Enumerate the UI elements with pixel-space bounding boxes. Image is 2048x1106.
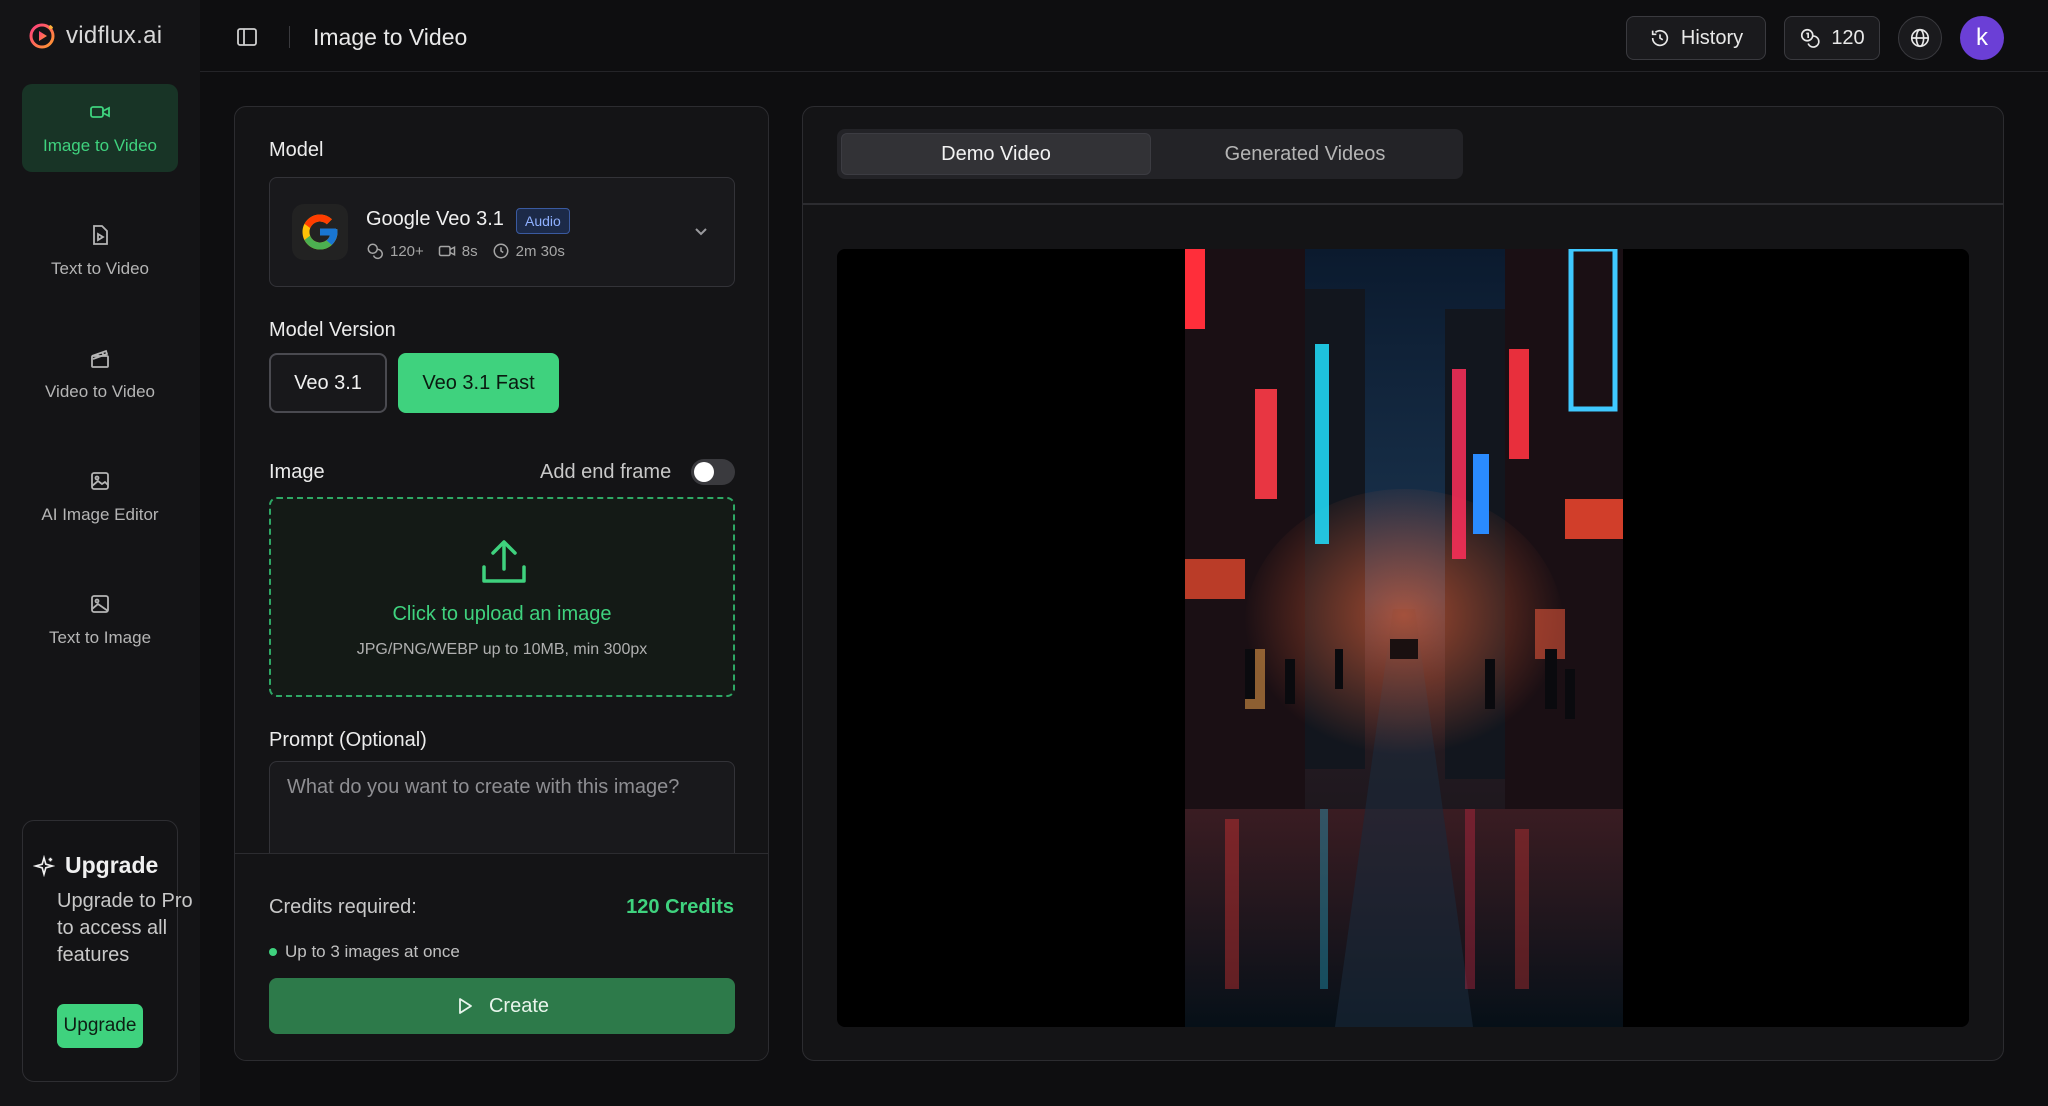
upgrade-button[interactable]: Upgrade bbox=[57, 1004, 143, 1048]
upload-title: Click to upload an image bbox=[392, 603, 612, 625]
upgrade-title: Upgrade bbox=[33, 852, 158, 879]
model-meta: 120+ 8s 2m 30s bbox=[366, 242, 565, 260]
language-button[interactable] bbox=[1898, 16, 1942, 60]
model-duration: 8s bbox=[438, 242, 478, 260]
prompt-input[interactable] bbox=[287, 776, 717, 856]
audio-badge: Audio bbox=[516, 208, 570, 234]
tab-demo-video[interactable]: Demo Video bbox=[841, 133, 1151, 175]
top-bar: Image to Video History 120 k bbox=[200, 0, 2048, 72]
sidebar-item-label: Text to Image bbox=[48, 628, 152, 647]
coins-icon bbox=[1801, 28, 1820, 48]
divider bbox=[803, 203, 2003, 205]
sidebar: vidflux.ai Image to Video Text to Video … bbox=[0, 0, 200, 1106]
upgrade-description: Upgrade to Pro to access all features bbox=[57, 890, 193, 966]
history-icon bbox=[1651, 29, 1668, 47]
sidebar-item-label: Text to Video bbox=[51, 259, 149, 278]
divider bbox=[289, 26, 290, 48]
prompt-label: Prompt (Optional) bbox=[269, 729, 427, 751]
sidebar-item-label: Image to Video bbox=[42, 136, 158, 155]
sidebar-item-label: Video to Video bbox=[45, 382, 155, 401]
model-select[interactable]: Google Veo 3.1 Audio 120+ 8s 2m 30s bbox=[269, 177, 735, 287]
credits-required-label: Credits required: bbox=[269, 896, 417, 918]
end-frame-toggle[interactable] bbox=[691, 459, 735, 485]
preview-tabs: Demo Video Generated Videos bbox=[837, 129, 1463, 179]
history-button[interactable]: History bbox=[1626, 16, 1766, 60]
clock-icon bbox=[493, 243, 509, 259]
version-veo-3-1-button[interactable]: Veo 3.1 bbox=[269, 353, 387, 413]
google-logo-icon bbox=[292, 204, 348, 260]
demo-video bbox=[1185, 249, 1623, 1027]
preview-panel: Demo Video Generated Videos bbox=[802, 106, 2004, 1061]
credits-required-value: 120 Credits bbox=[626, 896, 734, 918]
brand-logo-icon bbox=[29, 23, 55, 49]
sidebar-item-label: AI Image Editor bbox=[41, 505, 159, 524]
credits-button[interactable]: 120 bbox=[1784, 16, 1880, 60]
video-camera-icon bbox=[90, 106, 110, 118]
image-icon bbox=[91, 595, 109, 613]
form-footer: Credits required: 120 Credits Up to 3 im… bbox=[235, 853, 768, 1060]
sidebar-item-image-to-video[interactable]: Image to Video bbox=[22, 84, 178, 172]
model-version-label: Model Version bbox=[269, 319, 396, 341]
avatar[interactable]: k bbox=[1960, 16, 2004, 60]
version-veo-3-1-fast-button[interactable]: Veo 3.1 Fast bbox=[398, 353, 559, 413]
coins-icon bbox=[367, 243, 383, 260]
model-gen-time: 2m 30s bbox=[492, 242, 565, 260]
brand[interactable]: vidflux.ai bbox=[28, 22, 162, 50]
chevron-down-icon bbox=[695, 228, 707, 236]
model-label: Model bbox=[269, 139, 324, 161]
video-player[interactable] bbox=[837, 249, 1969, 1027]
brand-name: vidflux.ai bbox=[66, 22, 163, 49]
image-label: Image bbox=[269, 461, 325, 483]
status-dot bbox=[269, 948, 277, 956]
sidebar-item-text-to-video[interactable]: Text to Video bbox=[22, 207, 178, 295]
model-credits: 120+ bbox=[366, 242, 424, 260]
globe-icon bbox=[1910, 28, 1930, 48]
image-edit-icon bbox=[91, 472, 109, 490]
sparkle-icon bbox=[33, 854, 55, 877]
toggle-knob bbox=[694, 462, 714, 482]
model-name: Google Veo 3.1 bbox=[366, 208, 504, 230]
upload-hint: JPG/PNG/WEBP up to 10MB, min 300px bbox=[356, 641, 648, 658]
page-title: Image to Video bbox=[313, 24, 468, 50]
clapperboard-icon bbox=[91, 349, 109, 368]
generation-form: Model Google Veo 3.1 Audio 120+ 8s 2m 30… bbox=[234, 106, 769, 1061]
sidebar-item-video-to-video[interactable]: Video to Video bbox=[22, 330, 178, 418]
end-frame-label: Add end frame bbox=[540, 461, 672, 483]
create-button[interactable]: Create bbox=[269, 978, 735, 1034]
sidebar-item-text-to-image[interactable]: Text to Image bbox=[22, 576, 178, 664]
sidebar-toggle-icon[interactable] bbox=[236, 26, 258, 48]
info-line: Up to 3 images at once bbox=[269, 942, 460, 962]
sidebar-item-ai-image-editor[interactable]: AI Image Editor bbox=[22, 453, 178, 541]
video-camera-icon bbox=[438, 245, 456, 257]
play-icon bbox=[459, 998, 472, 1014]
upload-icon bbox=[482, 540, 526, 583]
tab-generated-videos[interactable]: Generated Videos bbox=[1151, 133, 1459, 175]
image-upload-dropzone[interactable]: Click to upload an image JPG/PNG/WEBP up… bbox=[269, 497, 735, 697]
document-video-icon bbox=[93, 225, 108, 245]
